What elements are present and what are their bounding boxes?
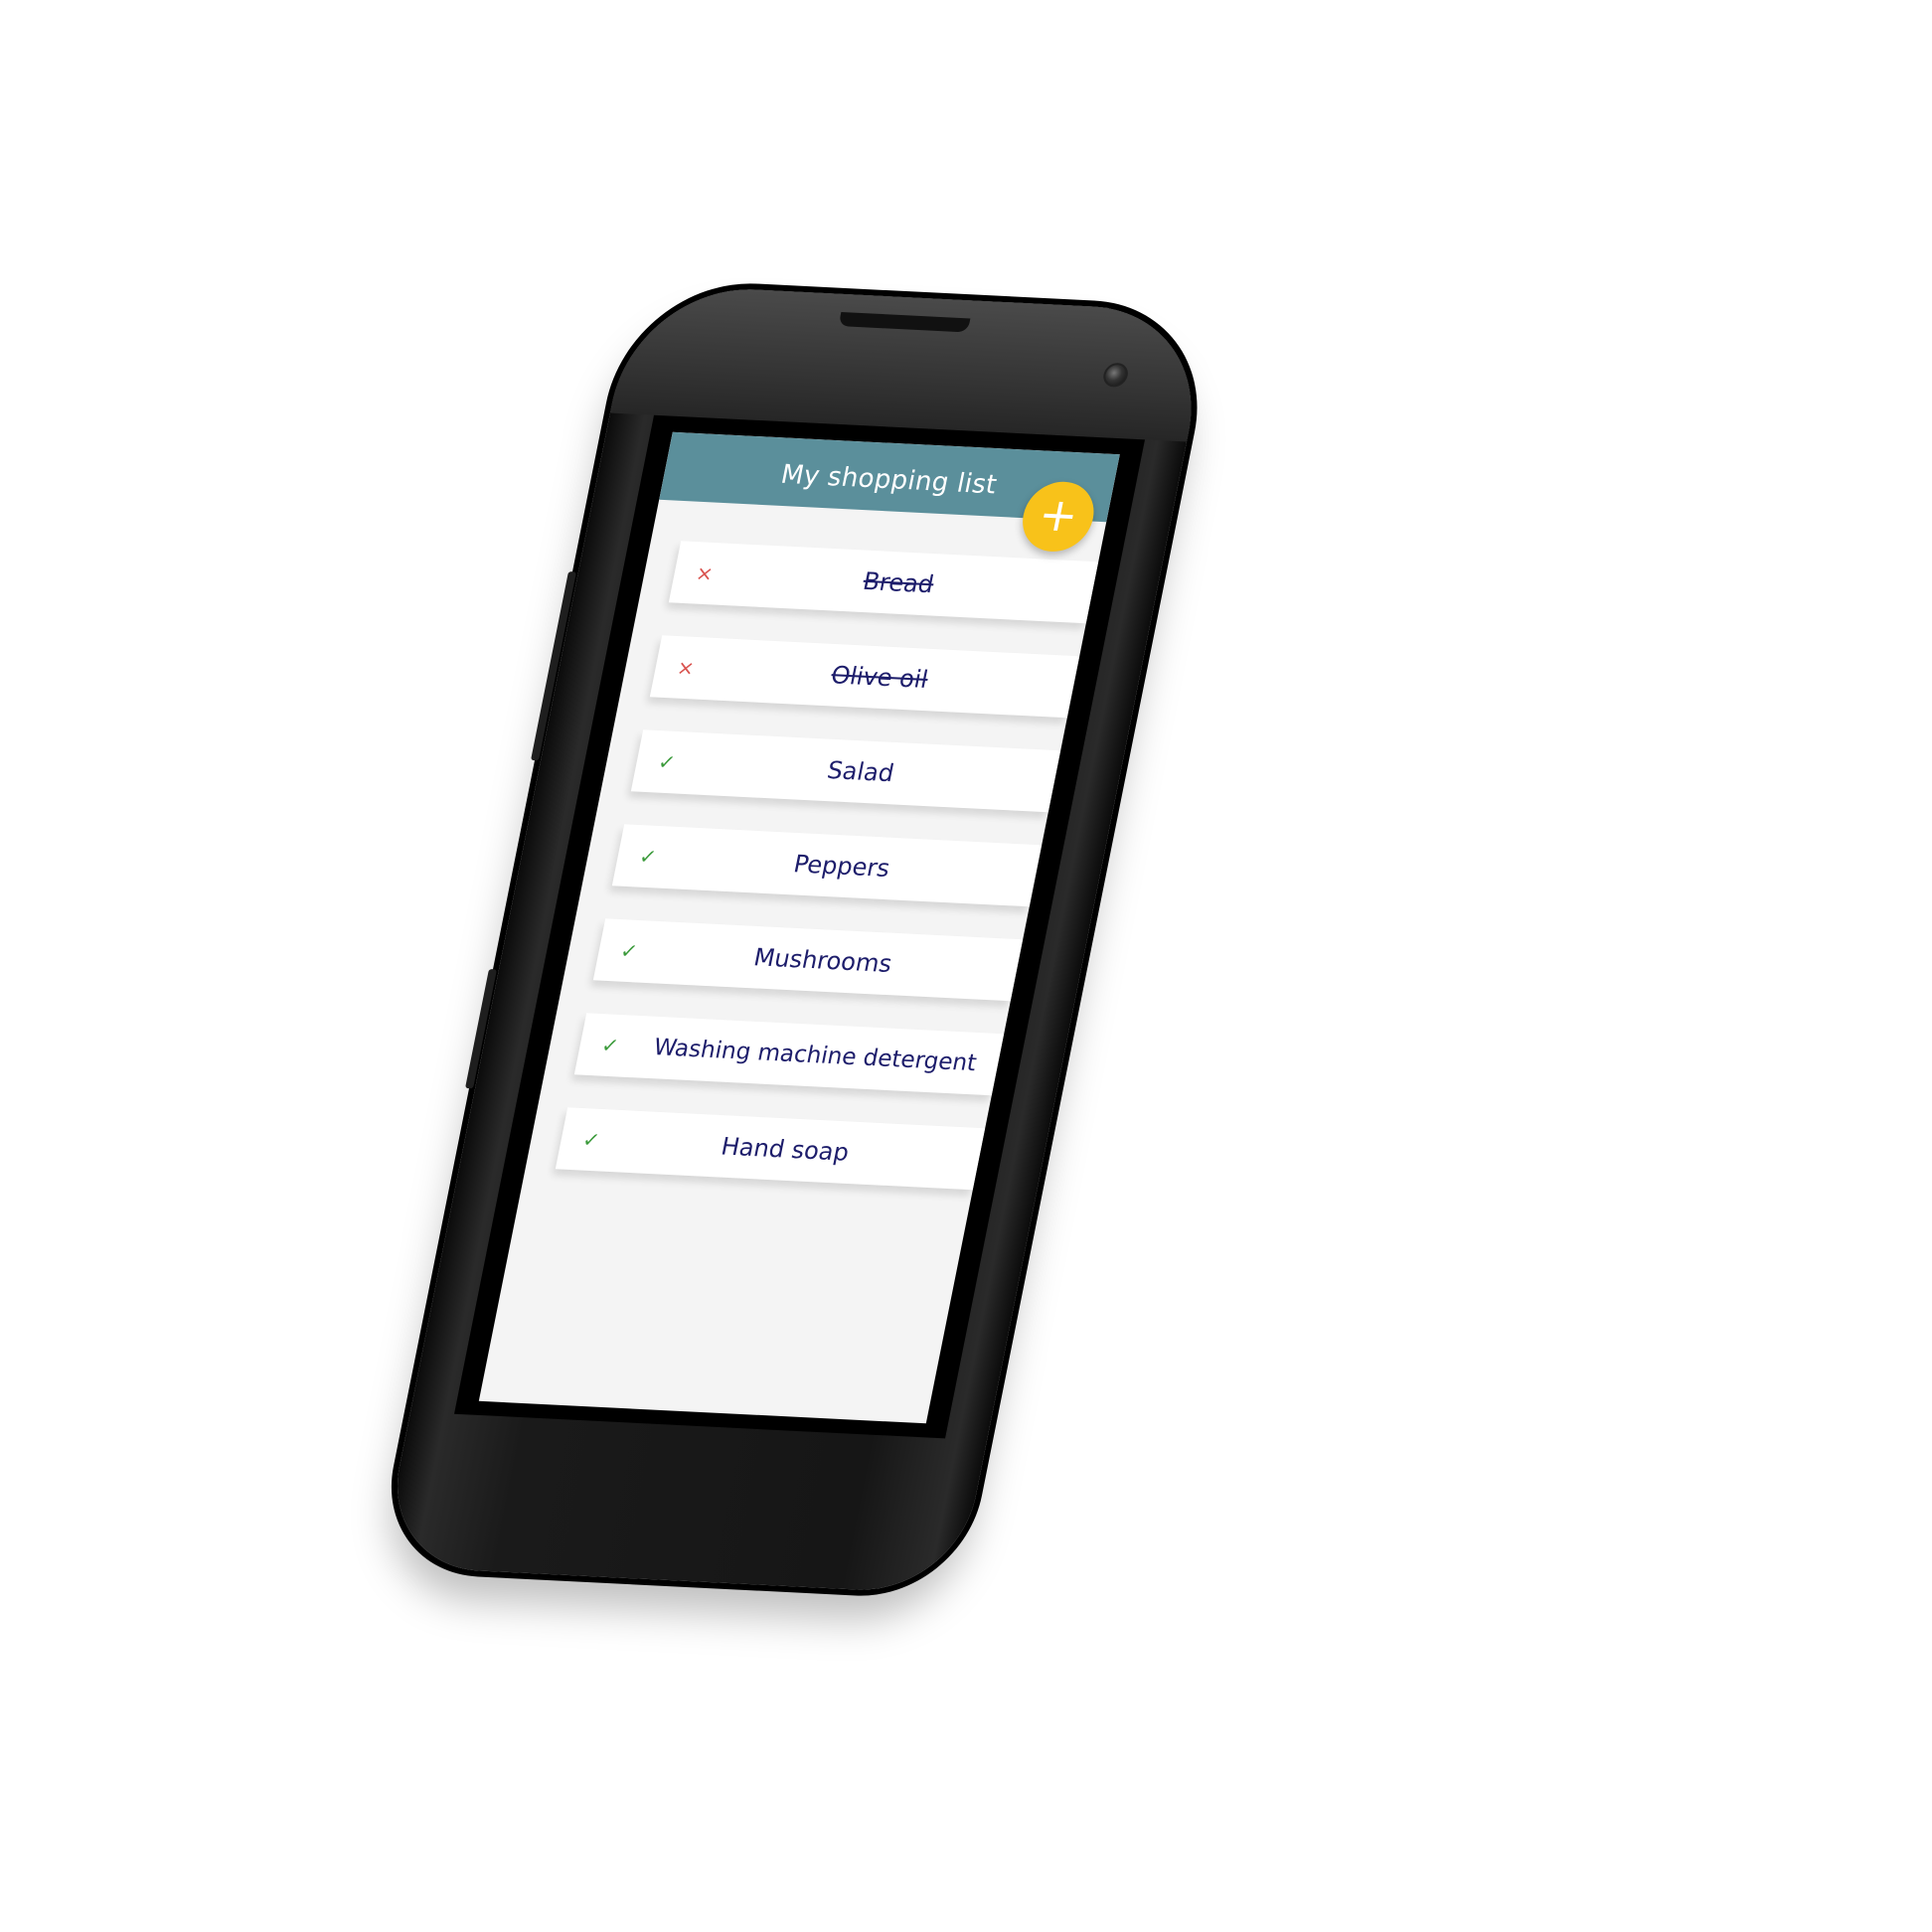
phone-device: My shopping list + × Bread × Olive oil ✓… [380, 283, 1212, 1595]
page-title: My shopping list [778, 459, 1000, 501]
check-icon[interactable]: ✓ [560, 1126, 624, 1153]
item-label: Washing machine detergent [651, 1034, 979, 1077]
check-icon[interactable]: ✓ [597, 937, 662, 964]
list-item[interactable]: ✓ Mushrooms [592, 918, 1024, 1002]
volume-button [531, 571, 576, 761]
plus-icon: + [1034, 486, 1083, 543]
item-label: Bread [860, 566, 937, 599]
list-item[interactable]: ✓ Salad [630, 729, 1061, 813]
shopping-list: × Bread × Olive oil ✓ Salad ✓ Peppers ✓ … [549, 541, 1099, 1222]
list-item[interactable]: ✓ Peppers [611, 824, 1043, 907]
check-icon[interactable]: ✓ [635, 748, 700, 775]
front-camera-icon [1101, 362, 1130, 388]
earpiece-speaker [838, 312, 971, 333]
item-label: Peppers [791, 850, 892, 883]
check-icon[interactable]: ✓ [616, 843, 681, 870]
list-item[interactable]: × Olive oil [649, 635, 1080, 719]
check-icon[interactable]: ✓ [578, 1032, 643, 1058]
cross-icon[interactable]: × [654, 654, 719, 681]
list-item[interactable]: ✓ Washing machine detergent [573, 1013, 1005, 1096]
cross-icon[interactable]: × [673, 560, 737, 586]
item-label: Olive oil [828, 661, 931, 694]
item-label: Salad [824, 755, 897, 788]
list-item[interactable]: ✓ Hand soap [555, 1107, 986, 1191]
item-label: Hand soap [719, 1132, 852, 1167]
app-screen: My shopping list + × Bread × Olive oil ✓… [478, 431, 1120, 1424]
item-label: Mushrooms [751, 943, 894, 979]
list-item[interactable]: × Bread [668, 541, 1099, 624]
stage: My shopping list + × Bread × Olive oil ✓… [0, 0, 1932, 1932]
power-button [465, 969, 497, 1089]
screen-frame: My shopping list + × Bread × Olive oil ✓… [454, 414, 1145, 1439]
